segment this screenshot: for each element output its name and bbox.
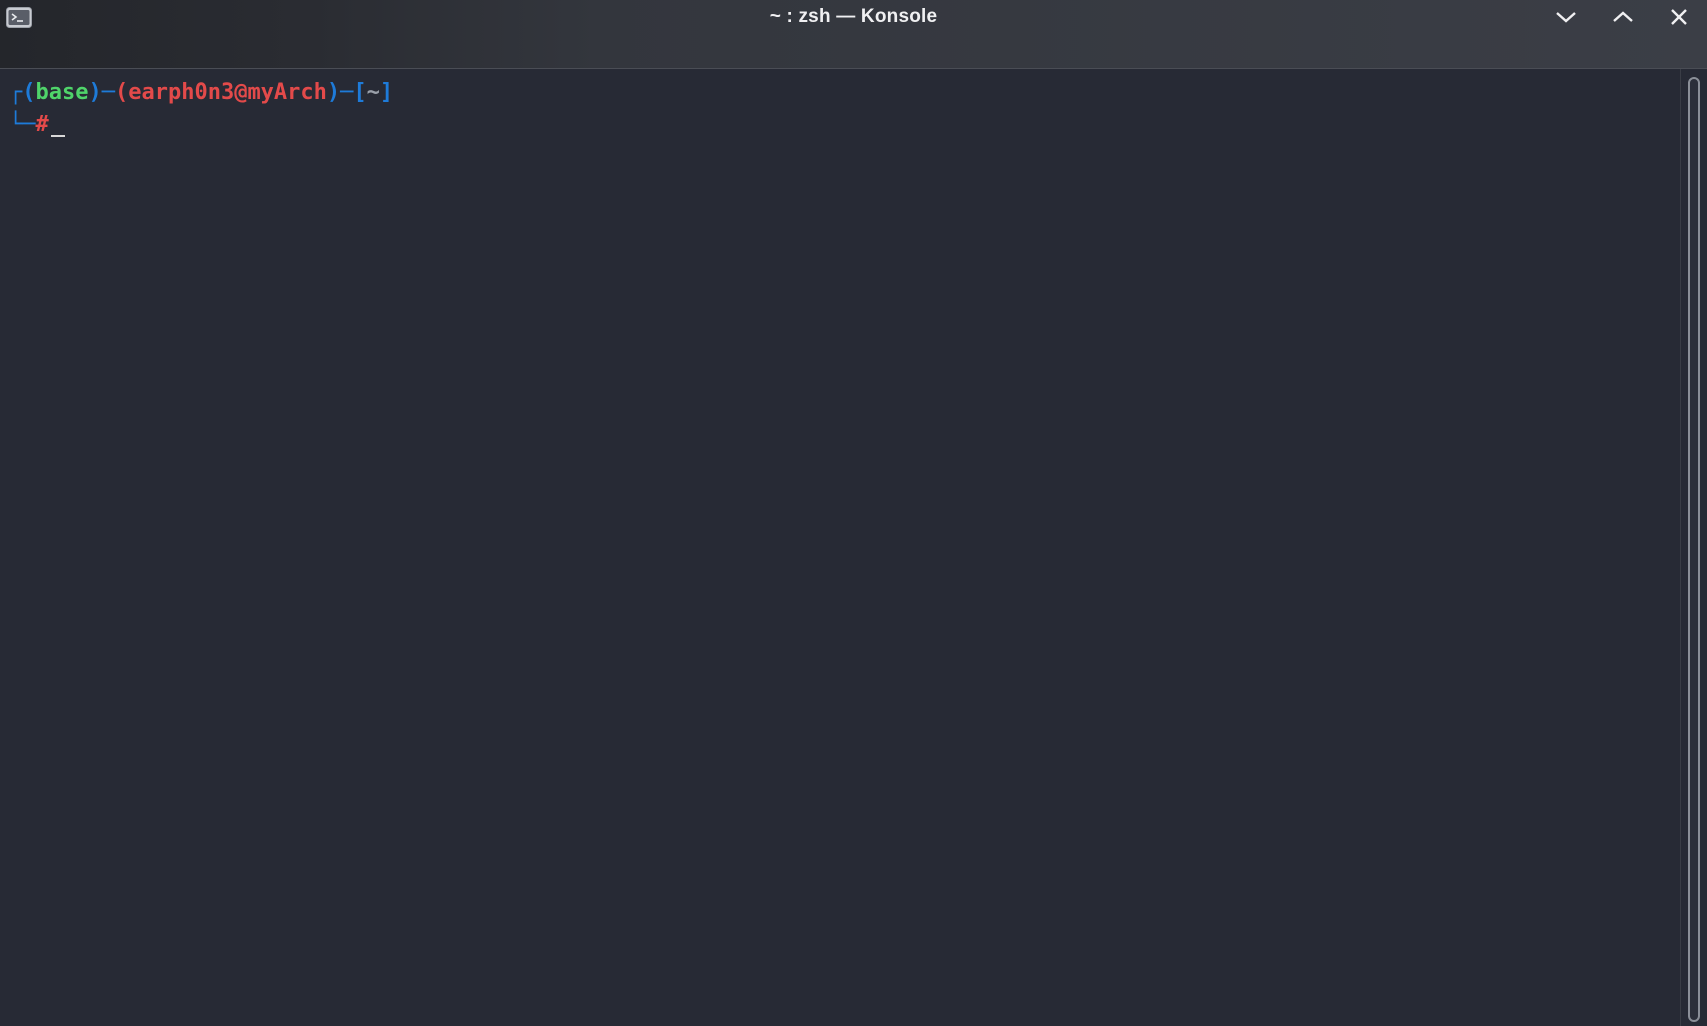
prompt-paren-open: ( [114, 80, 129, 105]
chevron-up-icon [1613, 11, 1633, 22]
prompt-line-2: └─# [9, 109, 65, 141]
konsole-window: ~ : zsh — Konsole ┌(base)─(earph0n3@myAr… [0, 0, 1707, 1026]
terminal-view[interactable]: ┌(base)─(earph0n3@myArch)─[~] └─# [0, 69, 1680, 1026]
prompt-env: base [35, 80, 89, 105]
prompt-corner-bottom: └─ [9, 112, 36, 137]
prompt-paren-close: ) [326, 80, 341, 105]
prompt-paren-open: ( [22, 80, 36, 105]
scrollbar-thumb[interactable] [1688, 77, 1700, 1022]
prompt-user-host: earph0n3@myArch [128, 80, 327, 105]
vertical-scrollbar[interactable] [1680, 69, 1707, 1026]
maximize-button[interactable] [1608, 4, 1638, 30]
prompt-dash: ─ [340, 80, 354, 105]
prompt-cwd: ~ [366, 80, 380, 105]
text-cursor [50, 135, 65, 137]
prompt-bracket-close: ] [379, 80, 394, 105]
prompt-corner-top: ┌ [9, 80, 23, 105]
close-icon [1671, 9, 1687, 25]
minimize-button[interactable] [1551, 4, 1581, 30]
prompt-line-1: ┌(base)─(earph0n3@myArch)─[~] [9, 77, 393, 109]
window-title: ~ : zsh — Konsole [769, 6, 938, 27]
prompt-dash: ─ [101, 80, 115, 105]
prompt-paren-close: ) [88, 80, 102, 105]
chevron-down-icon [1556, 12, 1576, 23]
prompt-symbol: # [35, 112, 49, 137]
close-button[interactable] [1664, 4, 1694, 30]
title-bar[interactable]: ~ : zsh — Konsole [0, 0, 1707, 69]
prompt-bracket-open: [ [353, 80, 367, 105]
